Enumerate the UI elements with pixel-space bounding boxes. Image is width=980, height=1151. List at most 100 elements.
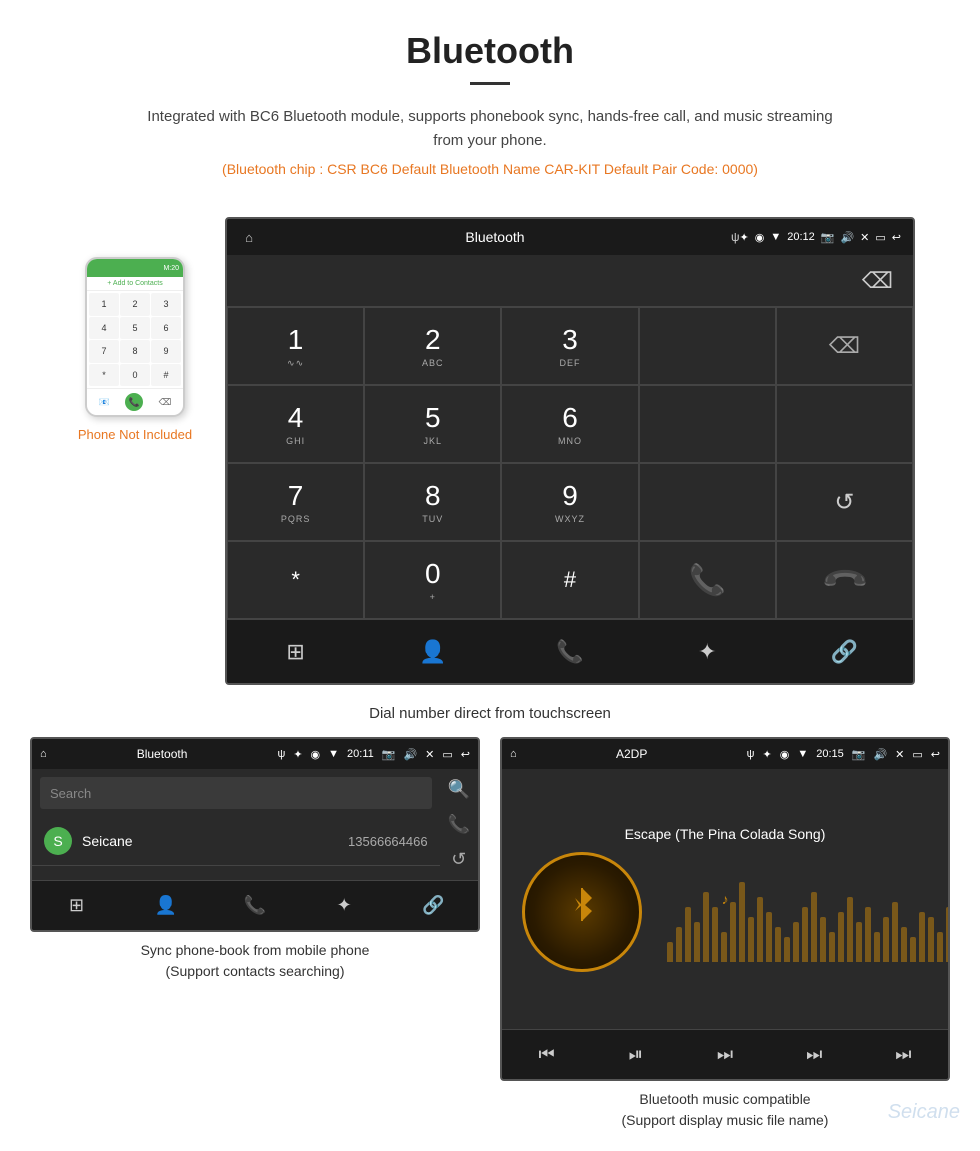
music-nav-end[interactable]: ⏭ xyxy=(859,1030,948,1079)
dial-key-empty-3 xyxy=(776,385,913,463)
dial-end-button[interactable]: 📞 xyxy=(776,541,913,619)
phone-statusbar: M:20 xyxy=(87,259,183,277)
phone-call-button[interactable]: 📞 xyxy=(125,393,143,411)
phone-key-0[interactable]: 0 xyxy=(120,364,150,387)
pb-nav-bluetooth[interactable]: ✦ xyxy=(300,881,389,930)
location-icon: ◉ xyxy=(755,231,765,244)
phone-add-contact: + Add to Contacts xyxy=(87,277,183,291)
pb-loc-icon: ◉ xyxy=(311,748,321,761)
pb-contact-row[interactable]: S Seicane 13566664466 xyxy=(32,817,440,866)
music-nav-play[interactable]: ⏯ xyxy=(591,1030,680,1079)
pb-call-icon[interactable]: 📞 xyxy=(448,814,470,835)
dial-nav-link[interactable]: 🔗 xyxy=(776,620,913,683)
screen-icon: ▭ xyxy=(875,231,885,244)
dial-nav-calls[interactable]: 📞 xyxy=(501,620,638,683)
dial-screen-mockup: ⌂ Bluetooth ψ ✦ ◉ ▼ 20:12 📷 🔊 ✕ ▭ ↩ ⌫ xyxy=(225,217,915,685)
pb-nav-contacts[interactable]: 👤 xyxy=(121,881,210,930)
dial-key-hash[interactable]: # xyxy=(501,541,638,619)
phone-key-5[interactable]: 5 xyxy=(120,317,150,340)
volume-icon: 🔊 xyxy=(840,231,854,244)
phone-key-star[interactable]: * xyxy=(89,364,119,387)
pb-nav-link[interactable]: 🔗 xyxy=(389,881,478,930)
dial-key-8[interactable]: 8TUV xyxy=(364,463,501,541)
music-home-icon[interactable]: ⌂ xyxy=(510,748,517,760)
dial-key-empty-2 xyxy=(639,385,776,463)
dial-key-7[interactable]: 7PQRS xyxy=(227,463,364,541)
dial-caption: Dial number direct from touchscreen xyxy=(0,705,980,722)
music-screen: ⌂ A2DP ψ ✦ ◉ ▼ 20:15 📷 🔊 ✕ ▭ ↩ Escape (T… xyxy=(500,737,950,1081)
phone-key-3[interactable]: 3 xyxy=(151,293,181,316)
dial-key-0[interactable]: 0+ xyxy=(364,541,501,619)
music-cam-icon: 📷 xyxy=(852,748,866,761)
dial-key-2[interactable]: 2ABC xyxy=(364,307,501,385)
dial-status-icons: ✦ ◉ ▼ 20:12 📷 🔊 ✕ ▭ ↩ xyxy=(740,231,902,244)
dial-nav-bluetooth[interactable]: ✦ xyxy=(639,620,776,683)
dial-key-4[interactable]: 4GHI xyxy=(227,385,364,463)
dial-key-6[interactable]: 6MNO xyxy=(501,385,638,463)
pb-signal-icon: ▼ xyxy=(328,748,339,760)
pb-home-icon[interactable]: ⌂ xyxy=(40,748,47,760)
dial-nav-dialpad[interactable]: ⊞ xyxy=(227,620,364,683)
music-statusbar: ⌂ A2DP ψ ✦ ◉ ▼ 20:15 📷 🔊 ✕ ▭ ↩ xyxy=(502,739,948,769)
music-loc-icon: ◉ xyxy=(780,748,790,761)
music-screen-block: ⌂ A2DP ψ ✦ ◉ ▼ 20:15 📷 🔊 ✕ ▭ ↩ Escape (T… xyxy=(500,737,950,1131)
pb-usb-icon: ψ xyxy=(277,748,285,760)
pb-screen-icon: ▭ xyxy=(442,748,452,761)
music-back-icon[interactable]: ↩ xyxy=(931,748,940,761)
dial-key-5[interactable]: 5JKL xyxy=(364,385,501,463)
dial-backspace-cell[interactable]: ⌫ xyxy=(776,307,913,385)
pb-bt-icon: ✦ xyxy=(293,748,302,761)
phone-key-9[interactable]: 9 xyxy=(151,340,181,363)
dial-call-button[interactable]: 📞 xyxy=(639,541,776,619)
music-art-container: ♪ xyxy=(512,852,938,972)
pb-search-bar[interactable]: Search xyxy=(40,777,432,809)
pb-nav-dialpad[interactable]: ⊞ xyxy=(32,881,121,930)
music-title: A2DP xyxy=(525,747,739,761)
pb-back-icon[interactable]: ↩ xyxy=(461,748,470,761)
pb-search-icon[interactable]: 🔍 xyxy=(448,779,470,800)
phonebook-caption: Sync phone-book from mobile phone (Suppo… xyxy=(30,940,480,982)
bottom-screens-section: ⌂ Bluetooth ψ ✦ ◉ ▼ 20:11 📷 🔊 ✕ ▭ ↩ Sear… xyxy=(0,737,980,1151)
music-song-title: Escape (The Pina Colada Song) xyxy=(625,826,826,842)
dial-key-star[interactable]: * xyxy=(227,541,364,619)
dial-key-1[interactable]: 1∿∿ xyxy=(227,307,364,385)
home-icon[interactable]: ⌂ xyxy=(239,227,259,247)
music-visualizer xyxy=(662,862,950,962)
phone-key-hash[interactable]: # xyxy=(151,364,181,387)
pb-nav-calls[interactable]: 📞 xyxy=(210,881,299,930)
phone-key-1[interactable]: 1 xyxy=(89,293,119,316)
bluetooth-status-icon: ✦ xyxy=(740,231,749,244)
phone-key-7[interactable]: 7 xyxy=(89,340,119,363)
back-icon[interactable]: ↩ xyxy=(892,231,901,244)
camera-icon: 📷 xyxy=(821,231,835,244)
pb-vol-icon: 🔊 xyxy=(403,748,417,761)
phone-key-6[interactable]: 6 xyxy=(151,317,181,340)
dial-key-3[interactable]: 3DEF xyxy=(501,307,638,385)
page-title: Bluetooth xyxy=(20,30,960,72)
dial-display-row: ⌫ xyxy=(227,255,913,307)
dial-nav-contacts[interactable]: 👤 xyxy=(364,620,501,683)
dial-key-9[interactable]: 9WXYZ xyxy=(501,463,638,541)
phone-thumb-container: M:20 + Add to Contacts 1 2 3 4 5 6 7 8 9… xyxy=(65,257,205,442)
backspace-icon[interactable]: ⌫ xyxy=(862,268,893,294)
pb-time: 20:11 xyxy=(347,748,374,760)
pb-bottom-nav: ⊞ 👤 📞 ✦ 🔗 xyxy=(32,880,478,930)
pb-contact-initial: S xyxy=(44,827,72,855)
pb-search-placeholder: Search xyxy=(50,786,91,801)
music-nav-next[interactable]: ⏭ xyxy=(680,1030,769,1079)
phone-key-8[interactable]: 8 xyxy=(120,340,150,363)
page-description: Integrated with BC6 Bluetooth module, su… xyxy=(140,105,840,153)
dial-key-empty-4 xyxy=(639,463,776,541)
dial-refresh-cell[interactable]: ↺ xyxy=(776,463,913,541)
phone-dialpad: 1 2 3 4 5 6 7 8 9 * 0 # xyxy=(87,291,183,388)
music-close-icon: ✕ xyxy=(895,748,904,761)
music-nav-prev[interactable]: ⏮ xyxy=(502,1030,591,1079)
music-signal-icon: ▼ xyxy=(797,748,808,760)
phone-key-4[interactable]: 4 xyxy=(89,317,119,340)
pb-refresh-icon[interactable]: ↺ xyxy=(451,849,466,870)
phone-key-2[interactable]: 2 xyxy=(120,293,150,316)
music-screen-icon: ▭ xyxy=(912,748,922,761)
music-nav-next2[interactable]: ⏭ xyxy=(770,1030,859,1079)
pb-left: Search S Seicane 13566664466 xyxy=(32,769,440,880)
phonebook-screen-block: ⌂ Bluetooth ψ ✦ ◉ ▼ 20:11 📷 🔊 ✕ ▭ ↩ Sear… xyxy=(30,737,480,1131)
